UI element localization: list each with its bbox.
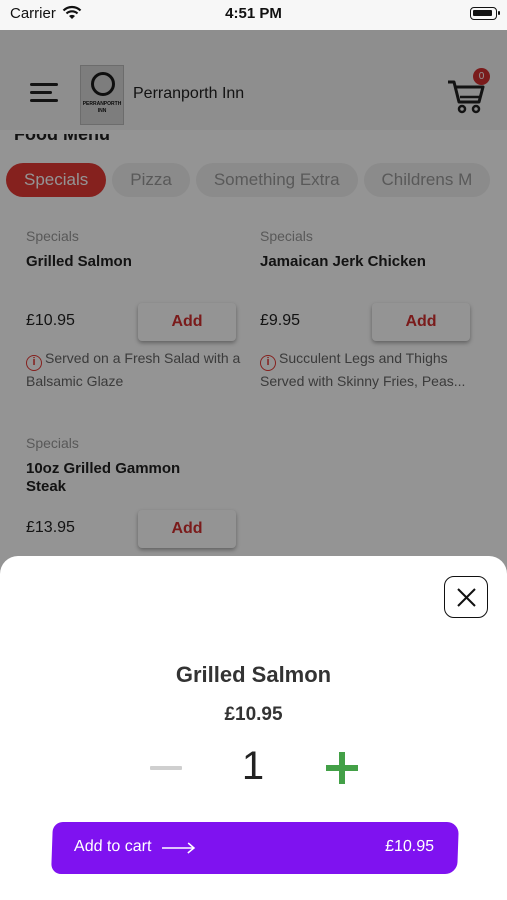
item-price: £10.95 [224, 704, 283, 725]
add-item-sheet: Grilled Salmon £10.95 1 Add to cart £10.… [0, 556, 507, 900]
clock: 4:51 PM [225, 5, 282, 22]
close-icon [457, 588, 476, 607]
add-to-cart-label: Add to cart [73, 838, 152, 855]
increase-quantity-button[interactable] [326, 752, 358, 784]
close-button[interactable] [444, 576, 488, 618]
add-to-cart-button[interactable]: Add to cart £10.95 [51, 822, 459, 874]
quantity-value: 1 [241, 744, 265, 788]
arrow-right-icon [161, 842, 196, 854]
status-bar: Carrier 4:51 PM [0, 0, 507, 30]
item-title: Grilled Salmon [175, 662, 332, 687]
battery-icon [470, 7, 500, 20]
cart-total: £10.95 [384, 838, 435, 855]
decrease-quantity-button[interactable] [150, 766, 182, 770]
